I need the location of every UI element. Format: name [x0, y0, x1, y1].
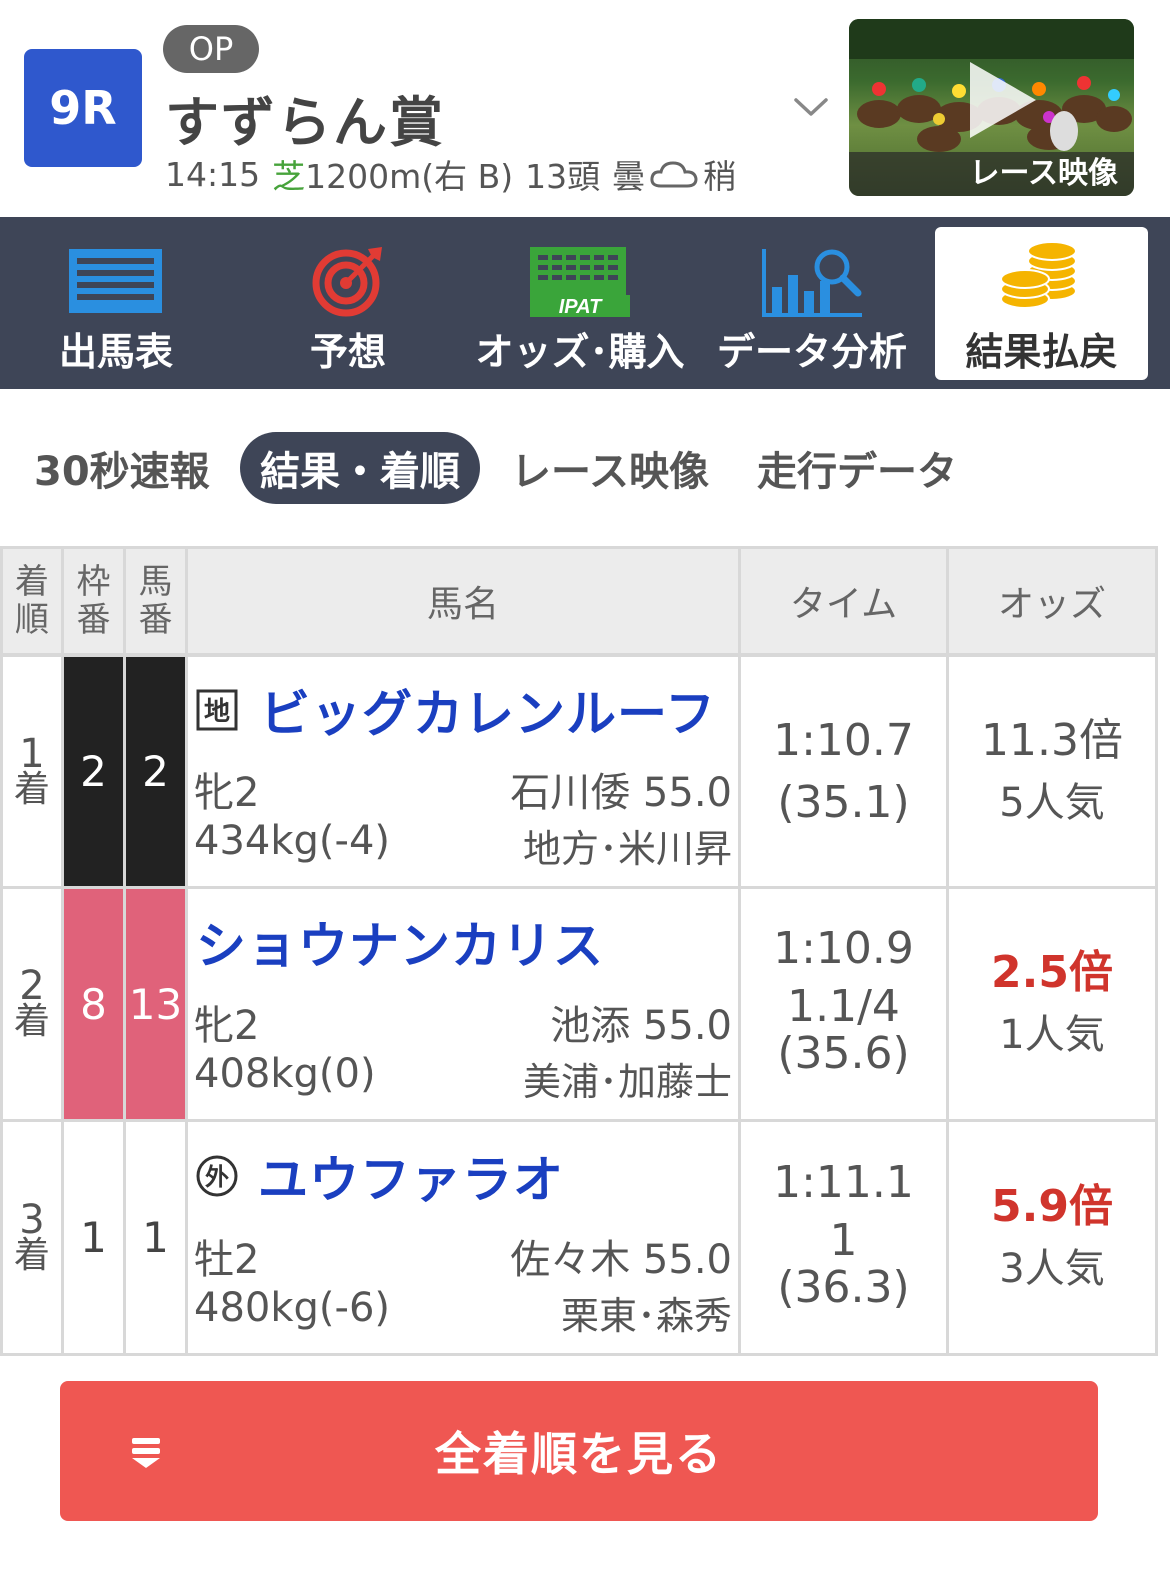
last-3f: (36.3): [777, 1262, 910, 1313]
time-value: 1:11.1: [773, 1157, 914, 1208]
odds-cell: 2.5倍 1人気: [949, 942, 1155, 1066]
target-icon: [312, 247, 382, 317]
cloud-icon: [650, 161, 698, 188]
horse-weight: 408kg(0): [194, 1051, 376, 1097]
finish-position: 2着: [13, 963, 50, 1042]
last-3f: (35.6): [777, 1028, 910, 1079]
track-surface: 芝: [272, 157, 306, 196]
nav-label: オッズ･購入: [475, 330, 685, 374]
nav-results-payout[interactable]: 結果払戻: [935, 227, 1148, 380]
finish-position: 3着: [13, 1196, 50, 1276]
odds-value: 2.5倍: [991, 947, 1113, 998]
header-horse-name: 馬名: [188, 549, 738, 653]
sex-age: 牡2: [194, 1237, 260, 1283]
going-text: 稍: [703, 157, 737, 196]
view-all-results-button[interactable]: 全着順を見る: [60, 1381, 1098, 1521]
race-distance: 1200m(右 B): [305, 157, 514, 196]
header-odds: オッズ: [949, 549, 1155, 653]
nav-prediction[interactable]: 予想: [232, 217, 464, 389]
trainer[interactable]: 栗東･森秀: [561, 1285, 732, 1340]
chevron-down-icon[interactable]: [793, 92, 829, 122]
tab-running-data[interactable]: 走行データ: [757, 432, 957, 504]
horse-number: 2: [126, 657, 185, 886]
margin: 1.1/4: [787, 981, 900, 1032]
horse-weight: 434kg(-4): [194, 818, 390, 864]
ipat-icon: IPAT: [530, 247, 630, 317]
trainer[interactable]: 地方･米川昇: [523, 818, 732, 873]
popularity: 3人気: [999, 1246, 1105, 1292]
grade-badge: OP: [163, 25, 259, 73]
horse-name-link[interactable]: ユウファラオ: [258, 1140, 564, 1212]
sex-age: 牝2: [194, 770, 260, 816]
horse-number: 1: [126, 1122, 185, 1353]
frame-number: 1: [64, 1122, 123, 1353]
jockey-weight[interactable]: 佐々木 55.0: [510, 1227, 732, 1285]
ipat-text: IPAT: [559, 296, 603, 317]
horse-number: 13: [126, 889, 185, 1119]
finish-position: 1着: [13, 730, 50, 810]
horse-weight: 480kg(-6): [194, 1285, 390, 1331]
finish-time: 1:10.9 1.1/4 (35.6): [741, 918, 946, 1079]
foreign-horse-icon: 外: [196, 1155, 238, 1197]
header-time: タイム: [741, 549, 946, 653]
finish-time: 1:10.7 (35.1): [741, 710, 946, 834]
odds-value: 5.9倍: [991, 1181, 1113, 1232]
coins-icon: [1000, 241, 1077, 309]
nav-data-analysis[interactable]: データ分析: [696, 217, 928, 389]
tab-30sec-flash[interactable]: 30秒速報: [34, 432, 210, 504]
svg-text:地: 地: [204, 697, 230, 727]
local-horse-icon: 地: [196, 689, 238, 731]
list-icon: [132, 1438, 160, 1468]
nav-odds-purchase[interactable]: IPAT オッズ･購入: [464, 217, 696, 389]
horse-name-link[interactable]: ショウナンカリス: [196, 906, 604, 978]
race-card-icon: [69, 249, 162, 313]
tab-race-video[interactable]: レース映像: [511, 432, 709, 504]
race-time: 14:15: [165, 154, 261, 194]
svg-text:外: 外: [205, 1163, 229, 1191]
header-number: 馬番: [126, 549, 185, 653]
play-icon[interactable]: [960, 60, 1040, 140]
runner-count: 13頭: [525, 157, 601, 196]
jockey-weight[interactable]: 池添 55.0: [550, 993, 732, 1051]
last-3f: (35.1): [777, 777, 910, 828]
jockey-weight[interactable]: 石川倭 55.0: [510, 760, 732, 818]
sex-age: 牝2: [194, 1003, 260, 1049]
popularity: 5人気: [999, 780, 1105, 826]
tab-result-order[interactable]: 結果・着順: [240, 432, 480, 504]
odds-cell: 5.9倍 3人気: [949, 1176, 1155, 1300]
header-frame: 枠番: [64, 549, 123, 653]
race-nav-bar: 出馬表 予想 IPAT オッズ･購入 データ分析 結果払戻: [0, 217, 1170, 389]
race-video-caption[interactable]: レース映像: [849, 152, 1134, 196]
race-title: すずらん賞: [165, 91, 445, 154]
time-value: 1:10.7: [773, 715, 914, 766]
horse-name-link[interactable]: ビッグカレンルーフ: [260, 674, 716, 746]
odds-cell: 11.3倍 5人気: [949, 710, 1155, 834]
nav-label: 出馬表: [58, 330, 173, 374]
weather-text: 曇: [612, 157, 646, 196]
header-rank: 着順: [3, 549, 61, 653]
frame-number: 8: [64, 889, 123, 1119]
nav-race-card[interactable]: 出馬表: [0, 217, 232, 389]
trainer[interactable]: 美浦･加藤士: [523, 1051, 732, 1106]
finish-time: 1:11.1 1 (36.3): [741, 1152, 946, 1313]
nav-label: データ分析: [716, 330, 907, 374]
margin: 1: [829, 1215, 858, 1266]
frame-number: 2: [64, 657, 123, 886]
race-info: 14:15 芝 1200m(右 B) 13頭 曇 稍: [165, 150, 736, 198]
nav-label: 結果払戻: [965, 330, 1118, 374]
popularity: 1人気: [999, 1012, 1105, 1058]
race-number-badge: 9R: [24, 49, 142, 167]
chart-search-icon: [762, 249, 862, 317]
time-value: 1:10.9: [773, 923, 914, 974]
nav-label: 予想: [309, 330, 386, 374]
odds-value: 11.3倍: [981, 715, 1123, 766]
